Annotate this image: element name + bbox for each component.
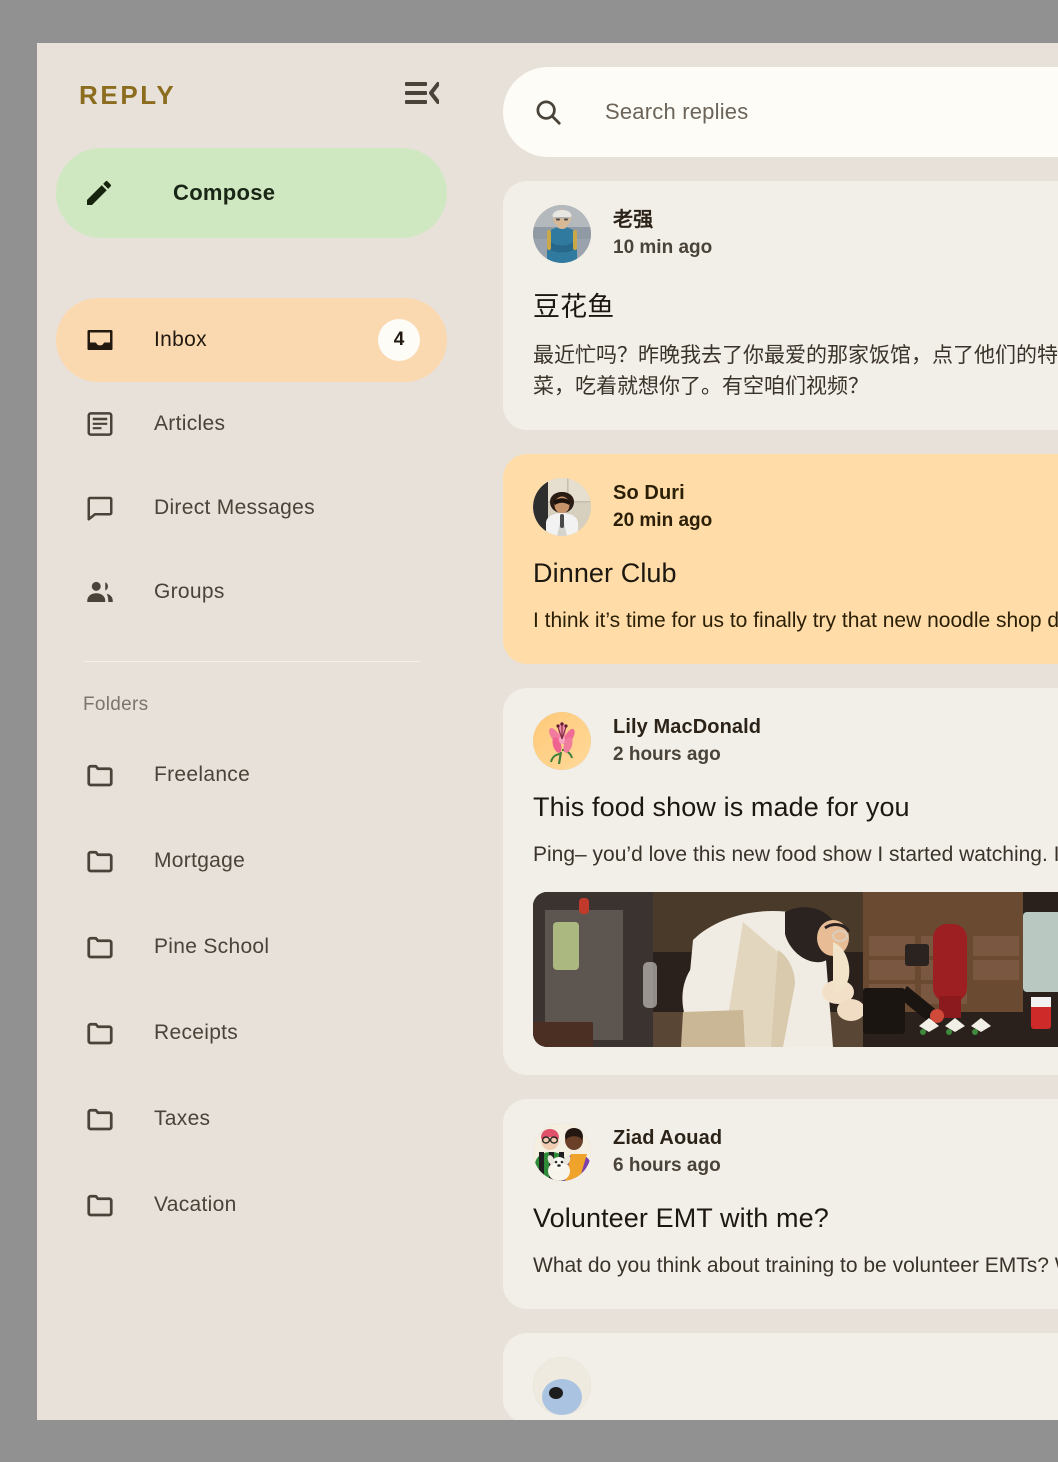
- chat-bubble-icon: [83, 491, 117, 525]
- email-card[interactable]: Ziad Aouad 6 hours ago Volunteer EMT wit…: [503, 1099, 1058, 1309]
- sidebar-nav-list: Inbox 4 Articles Direct Messages Groups: [37, 298, 466, 634]
- folder-item-vacation[interactable]: Vacation: [56, 1162, 447, 1248]
- folder-item-label: Receipts: [154, 1021, 239, 1044]
- sidebar-item-label: Groups: [154, 580, 225, 603]
- folder-item-label: Pine School: [154, 935, 270, 958]
- email-card-list: 老强 10 min ago 豆花鱼 最近忙吗？昨晚我去了你最爱的那家饭馆，点了他…: [503, 181, 1058, 1420]
- email-card-header: Ziad Aouad 6 hours ago: [533, 1123, 1058, 1181]
- article-icon: [83, 407, 117, 441]
- compose-button[interactable]: Compose: [56, 148, 447, 238]
- people-icon: [83, 575, 117, 609]
- email-attachment-image[interactable]: [533, 892, 1058, 1047]
- email-preview: 最近忙吗？昨晚我去了你最爱的那家饭馆，点了他们的特色菜，吃着就想你了。有空咱们视…: [533, 344, 1058, 398]
- folder-item-receipts[interactable]: Receipts: [56, 990, 447, 1076]
- folder-item-label: Mortgage: [154, 849, 246, 872]
- search-bar[interactable]: Search replies: [503, 67, 1058, 157]
- folder-icon: [83, 1188, 117, 1222]
- avatar: [533, 205, 591, 263]
- sidebar-item-label: Articles: [154, 412, 226, 435]
- sidebar-item-inbox[interactable]: Inbox 4: [56, 298, 447, 382]
- folder-icon: [83, 930, 117, 964]
- sender-meta: 老强 10 min ago: [613, 207, 712, 261]
- inbox-unread-badge: 4: [378, 319, 420, 361]
- email-card[interactable]: [503, 1333, 1058, 1420]
- email-subject: Dinner Club: [533, 558, 677, 588]
- sidebar-item-direct-messages[interactable]: Direct Messages: [56, 466, 447, 550]
- sender-meta: Lily MacDonald 2 hours ago: [613, 714, 761, 768]
- sender-name: So Duri: [613, 482, 685, 505]
- email-subject: Volunteer EMT with me?: [533, 1203, 829, 1233]
- avatar: [533, 1123, 591, 1181]
- folder-list: Freelance Mortgage Pine School Receipts …: [37, 732, 466, 1248]
- avatar: [533, 712, 591, 770]
- folder-icon: [83, 1102, 117, 1136]
- sidebar-item-articles[interactable]: Articles: [56, 382, 447, 466]
- page-title: REPLY: [79, 80, 177, 110]
- sidebar-item-groups[interactable]: Groups: [56, 550, 447, 634]
- email-card-header: Lily MacDonald 2 hours ago: [533, 712, 1058, 770]
- sidebar-header: REPLY: [37, 43, 466, 148]
- app-window: REPLY Compose Inbox 4 Articles Direct Me…: [37, 43, 1058, 1420]
- email-preview: Ping– you’d love this new food show I st…: [533, 843, 1058, 866]
- folder-icon: [83, 844, 117, 878]
- avatar: [533, 478, 591, 536]
- email-preview: I think it’s time for us to finally try …: [533, 609, 1058, 632]
- search-icon: [533, 97, 563, 127]
- email-card-header: So Duri 20 min ago: [533, 478, 1058, 536]
- email-card-header: [533, 1357, 1058, 1415]
- sender-time: 10 min ago: [613, 237, 713, 259]
- folder-item-taxes[interactable]: Taxes: [56, 1076, 447, 1162]
- folder-item-label: Freelance: [154, 763, 251, 786]
- email-subject: 豆花鱼: [533, 292, 615, 322]
- search-input[interactable]: Search replies: [605, 99, 748, 125]
- sender-meta: So Duri 20 min ago: [613, 480, 712, 534]
- sender-time: 6 hours ago: [613, 1155, 721, 1177]
- avatar: [533, 1357, 591, 1415]
- folder-item-label: Taxes: [154, 1107, 211, 1130]
- sender-time: 2 hours ago: [613, 744, 721, 766]
- inbox-icon: [83, 323, 117, 357]
- menu-collapse-icon[interactable]: [405, 81, 440, 110]
- sender-meta: Ziad Aouad 6 hours ago: [613, 1125, 722, 1179]
- email-card[interactable]: 老强 10 min ago 豆花鱼 最近忙吗？昨晚我去了你最爱的那家饭馆，点了他…: [503, 181, 1058, 430]
- email-list-pane: Search replies 老强 10 min ago 豆花鱼 最近忙吗？昨晚…: [466, 43, 1058, 1420]
- sender-name: Ziad Aouad: [613, 1127, 723, 1150]
- pencil-icon: [83, 177, 115, 209]
- sender-name: Lily MacDonald: [613, 716, 762, 739]
- folder-item-mortgage[interactable]: Mortgage: [56, 818, 447, 904]
- sidebar-item-label: Inbox: [154, 328, 207, 351]
- folder-item-label: Vacation: [154, 1193, 237, 1216]
- sender-name: 老强: [613, 209, 654, 232]
- compose-label: Compose: [173, 180, 276, 205]
- folder-item-freelance[interactable]: Freelance: [56, 732, 447, 818]
- email-card-header: 老强 10 min ago: [533, 205, 1058, 263]
- folder-item-pine-school[interactable]: Pine School: [56, 904, 447, 990]
- folder-icon: [83, 1016, 117, 1050]
- folder-icon: [83, 758, 117, 792]
- folders-section-label: Folders: [83, 694, 149, 715]
- sender-time: 20 min ago: [613, 510, 713, 532]
- email-card[interactable]: Lily MacDonald 2 hours ago This food sho…: [503, 688, 1058, 1075]
- email-subject: This food show is made for you: [533, 792, 910, 822]
- email-preview: What do you think about training to be v…: [533, 1254, 1058, 1277]
- email-card[interactable]: So Duri 20 min ago Dinner Club I think i…: [503, 454, 1058, 664]
- sidebar-item-label: Direct Messages: [154, 496, 315, 519]
- sidebar: REPLY Compose Inbox 4 Articles Direct Me…: [37, 43, 466, 1420]
